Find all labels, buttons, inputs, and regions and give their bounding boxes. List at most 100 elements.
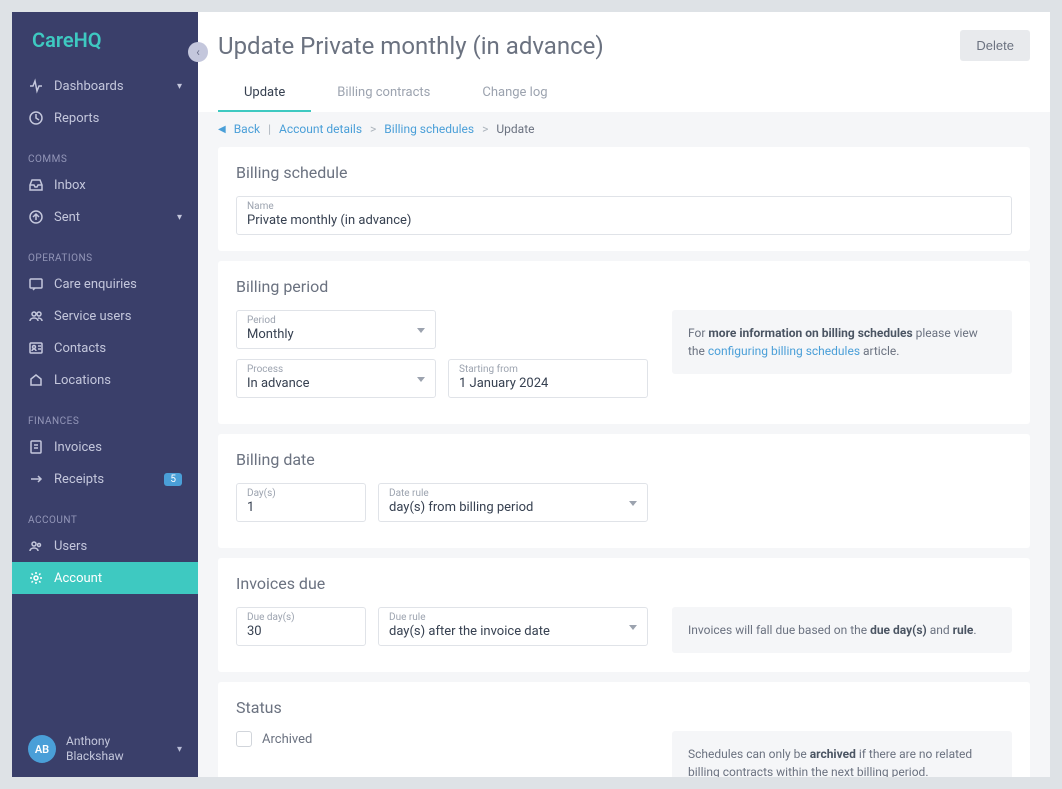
sidebar-item-label: Contacts xyxy=(54,341,106,356)
section-title-due: Invoices due xyxy=(236,574,1012,593)
sidebar-item-label: Reports xyxy=(54,111,99,126)
archived-label: Archived xyxy=(262,732,312,747)
logo-part2: HQ xyxy=(74,28,102,52)
period-select[interactable]: Period Monthly xyxy=(236,310,436,349)
invoice-icon xyxy=(28,439,44,455)
breadcrumb-current: Update xyxy=(496,122,534,136)
page-title: Update Private monthly (in advance) xyxy=(218,32,604,60)
due-rule-value: day(s) after the invoice date xyxy=(389,624,637,639)
users-icon xyxy=(28,308,44,324)
sidebar-item-label: Sent xyxy=(54,210,80,225)
breadcrumb-link[interactable]: Account details xyxy=(279,122,362,136)
breadcrumb-separator: | xyxy=(268,122,271,136)
due-days-field[interactable]: Due day(s) xyxy=(236,607,366,646)
status-info-box: Schedules can only be archived if there … xyxy=(672,731,1012,777)
user-first-name: Anthony xyxy=(66,734,124,750)
clock-icon xyxy=(28,110,44,126)
badge: 5 xyxy=(164,473,182,486)
sidebar-heading: FINANCES xyxy=(12,408,198,431)
tab-billing-contracts[interactable]: Billing contracts xyxy=(311,75,456,112)
breadcrumb-separator: > xyxy=(482,122,488,136)
content: Billing schedule Name Billing period Per… xyxy=(198,147,1050,777)
delete-button[interactable]: Delete xyxy=(960,30,1030,61)
process-select[interactable]: Process In advance xyxy=(236,359,436,398)
sidebar-item-label: Receipts xyxy=(54,472,104,487)
section-invoices-due: Invoices due Due day(s) xyxy=(218,558,1030,672)
sidebar-heading: OPERATIONS xyxy=(12,245,198,268)
due-rule-select[interactable]: Due rule day(s) after the invoice date xyxy=(378,607,648,646)
tab-change-log[interactable]: Change log xyxy=(456,75,573,112)
message-icon xyxy=(28,276,44,292)
section-title-period: Billing period xyxy=(236,277,1012,296)
sidebar-item-dashboards[interactable]: Dashboards ▾ xyxy=(12,70,198,102)
breadcrumb-separator: > xyxy=(370,122,376,136)
process-value: In advance xyxy=(247,376,425,391)
breadcrumb-back[interactable]: Back xyxy=(234,122,260,136)
home-icon xyxy=(28,372,44,388)
chevron-down-icon: ▾ xyxy=(177,212,182,223)
date-rule-value: day(s) from billing period xyxy=(389,500,637,515)
due-rule-label: Due rule xyxy=(389,612,637,623)
period-value: Monthly xyxy=(247,327,425,342)
inbox-icon xyxy=(28,177,44,193)
tabs: UpdateBilling contractsChange log xyxy=(218,75,1030,112)
breadcrumb-link[interactable]: Billing schedules xyxy=(384,122,474,136)
starting-from-field[interactable]: Starting from 1 January 2024 xyxy=(448,359,648,398)
period-label: Period xyxy=(247,315,425,326)
collapse-sidebar-button[interactable]: ‹ xyxy=(188,42,208,62)
tab-update[interactable]: Update xyxy=(218,75,311,112)
sidebar-item-inbox[interactable]: Inbox xyxy=(12,169,198,201)
configure-schedules-link[interactable]: configuring billing schedules xyxy=(708,344,860,358)
chevron-down-icon: ▾ xyxy=(177,81,182,92)
starting-from-value: 1 January 2024 xyxy=(459,376,637,391)
logo[interactable]: CareHQ xyxy=(12,12,198,64)
back-caret-icon: ◀ xyxy=(218,124,226,135)
sidebar-heading: COMMS xyxy=(12,146,198,169)
section-status: Status Archived Schedules can only be ar… xyxy=(218,682,1030,777)
user-last-name: Blackshaw xyxy=(66,749,124,765)
name-field[interactable]: Name xyxy=(236,196,1012,235)
breadcrumb: ◀ Back | Account details > Billing schedul… xyxy=(198,112,1050,147)
receipt-icon xyxy=(28,471,44,487)
days-field[interactable]: Day(s) xyxy=(236,483,366,522)
sidebar-item-label: Invoices xyxy=(54,440,102,455)
sidebar-item-users[interactable]: Users xyxy=(12,530,198,562)
sidebar-item-invoices[interactable]: Invoices xyxy=(12,431,198,463)
section-billing-schedule: Billing schedule Name xyxy=(218,147,1030,251)
sidebar-heading: ACCOUNT xyxy=(12,507,198,530)
date-rule-select[interactable]: Date rule day(s) from billing period xyxy=(378,483,648,522)
name-input[interactable] xyxy=(247,213,1001,228)
sidebar-item-label: Dashboards xyxy=(54,79,124,94)
chevron-down-icon: ▾ xyxy=(177,744,182,755)
avatar: AB xyxy=(28,735,56,763)
sidebar-item-receipts[interactable]: Receipts 5 xyxy=(12,463,198,495)
sidebar-item-sent[interactable]: Sent ▾ xyxy=(12,201,198,233)
sidebar-item-care-enquiries[interactable]: Care enquiries xyxy=(12,268,198,300)
days-label: Day(s) xyxy=(247,488,355,499)
due-days-label: Due day(s) xyxy=(247,612,355,623)
activity-icon xyxy=(28,78,44,94)
sidebar: CareHQ Dashboards ▾ Reports COMMS Inbox Sent ▾… xyxy=(12,12,198,777)
date-rule-label: Date rule xyxy=(389,488,637,499)
gear-icon xyxy=(28,570,44,586)
days-input[interactable] xyxy=(247,500,355,515)
user-menu[interactable]: AB Anthony Blackshaw ▾ xyxy=(12,722,198,777)
sidebar-item-contacts[interactable]: Contacts xyxy=(12,332,198,364)
users2-icon xyxy=(28,538,44,554)
due-info-box: Invoices will fall due based on the due … xyxy=(672,607,1012,653)
due-days-input[interactable] xyxy=(247,624,355,639)
archived-checkbox[interactable] xyxy=(236,731,252,747)
sidebar-item-label: Locations xyxy=(54,373,111,388)
sidebar-item-label: Users xyxy=(54,539,87,554)
sidebar-item-locations[interactable]: Locations xyxy=(12,364,198,396)
sidebar-item-label: Service users xyxy=(54,309,131,324)
sidebar-item-service-users[interactable]: Service users xyxy=(12,300,198,332)
starting-from-label: Starting from xyxy=(459,364,637,375)
logo-part1: Care xyxy=(32,28,74,52)
sidebar-item-reports[interactable]: Reports xyxy=(12,102,198,134)
name-label: Name xyxy=(247,201,1001,212)
period-info-box: For more information on billing schedule… xyxy=(672,310,1012,374)
sidebar-item-account[interactable]: Account xyxy=(12,562,198,594)
section-title-date: Billing date xyxy=(236,450,1012,469)
sidebar-item-label: Inbox xyxy=(54,178,86,193)
